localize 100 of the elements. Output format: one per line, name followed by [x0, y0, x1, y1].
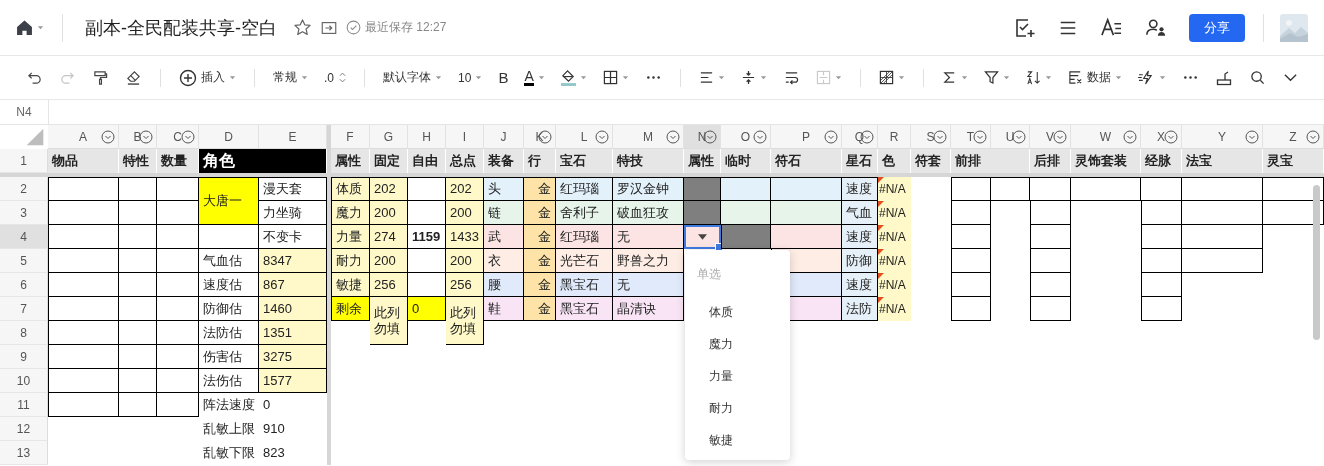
filter-dropdown-icon[interactable] — [753, 130, 767, 144]
row-header[interactable]: 5 — [0, 249, 48, 273]
row-header[interactable]: 6 — [0, 273, 48, 297]
row-header[interactable]: 13 — [0, 441, 48, 465]
column-header[interactable]: W — [1071, 125, 1141, 149]
column-header[interactable]: M — [613, 125, 684, 149]
column-header[interactable]: A — [48, 125, 119, 149]
column-header[interactable]: G — [370, 125, 408, 149]
table-cell: 力量 — [331, 225, 370, 249]
filter-dropdown-icon[interactable] — [933, 130, 947, 144]
filter-icon — [983, 70, 999, 85]
home-icon[interactable] — [16, 19, 33, 36]
search-icon[interactable] — [1249, 70, 1265, 85]
format-painter-icon[interactable] — [93, 70, 108, 85]
menu-option[interactable]: 魔力 — [685, 328, 790, 360]
row-header[interactable]: 4 — [0, 225, 48, 249]
lightning-icon — [1137, 70, 1155, 85]
column-header[interactable]: X — [1141, 125, 1182, 149]
column-header[interactable]: S — [911, 125, 951, 149]
font-color-button[interactable]: A — [516, 63, 553, 92]
person-share-icon[interactable] — [1145, 17, 1167, 38]
eraser-icon[interactable] — [126, 70, 141, 85]
menu-option[interactable]: 敏捷 — [685, 424, 790, 456]
row-header[interactable]: 8 — [0, 321, 48, 345]
filter-dropdown-icon[interactable] — [595, 130, 609, 144]
column-header[interactable]: P — [771, 125, 842, 149]
column-header[interactable]: V — [1030, 125, 1071, 149]
row-header[interactable]: 11 — [0, 393, 48, 417]
filter-dropdown-icon[interactable] — [101, 130, 115, 144]
row-header[interactable]: 10 — [0, 369, 48, 393]
check-circle-icon — [346, 20, 361, 35]
column-header[interactable]: J — [484, 125, 524, 149]
font-style-icon[interactable] — [1100, 17, 1123, 38]
hatched-grid-icon — [878, 70, 894, 85]
filter-dropdown-icon[interactable] — [181, 130, 195, 144]
filter-dropdown-icon[interactable] — [666, 130, 680, 144]
caret-icon — [621, 74, 629, 81]
table-cell: 气血 — [842, 201, 878, 225]
row-header[interactable]: 12 — [0, 417, 48, 441]
filter-dropdown-icon[interactable] — [1164, 130, 1178, 144]
column-header[interactable]: T — [951, 125, 991, 149]
column-header[interactable]: R — [878, 125, 911, 149]
column-header[interactable]: F — [331, 125, 370, 149]
table-cell: 200 — [446, 249, 484, 273]
filter-dropdown-icon[interactable] — [1053, 130, 1067, 144]
table-cell: 自由 — [408, 149, 446, 173]
column-header[interactable]: I — [446, 125, 484, 149]
table-x-icon — [1067, 70, 1083, 85]
row-header[interactable]: 1 — [0, 149, 48, 173]
column-header[interactable]: C — [157, 125, 199, 149]
filter-dropdown-icon[interactable] — [824, 130, 838, 144]
star-icon[interactable] — [293, 18, 312, 37]
column-header[interactable]: L — [556, 125, 613, 149]
share-button[interactable]: 分享 — [1189, 13, 1245, 42]
column-header[interactable]: D — [199, 125, 259, 149]
menu-option[interactable]: 体质 — [685, 296, 790, 328]
table-cell-text: 乱敏上限 — [202, 420, 256, 438]
row-header[interactable]: 2 — [0, 177, 48, 201]
caret-icon — [897, 74, 905, 81]
filter-dropdown-icon[interactable] — [139, 130, 153, 144]
data-button[interactable]: 数据 — [1059, 63, 1130, 92]
decimal-stepper[interactable]: .0 — [316, 63, 354, 92]
row-header[interactable]: 7 — [0, 297, 48, 321]
caret-icon — [229, 74, 236, 81]
dropdown-arrow-icon[interactable] — [698, 234, 707, 240]
caret-icon — [759, 74, 767, 81]
wrap-text-icon[interactable] — [783, 70, 799, 85]
column-header[interactable]: O — [721, 125, 771, 149]
insert-button[interactable]: 插入 — [171, 63, 244, 92]
number-format-dropdown[interactable]: 常规 — [265, 63, 316, 92]
table-cell: 特性 — [119, 149, 157, 173]
bold-button[interactable]: B — [490, 63, 517, 92]
menu-option[interactable]: 力量 — [685, 360, 790, 392]
column-header[interactable]: Y — [1182, 125, 1263, 149]
cell-name-box[interactable]: N4 — [0, 100, 49, 124]
checklist-add-icon[interactable] — [1014, 16, 1036, 39]
undo-icon[interactable] — [27, 70, 42, 85]
menu-option[interactable]: 耐力 — [685, 392, 790, 424]
filter-dropdown-icon[interactable] — [1123, 130, 1137, 144]
font-size-dropdown[interactable]: 10 — [450, 63, 491, 92]
table-cell: 1433 — [446, 225, 484, 249]
table-cell: 防御 — [842, 249, 878, 273]
table-cell: 256 — [370, 273, 408, 297]
column-header[interactable]: Z — [1263, 125, 1324, 149]
table-cell: 晶清诀 — [613, 297, 684, 321]
scrollbar[interactable] — [1313, 185, 1320, 340]
filter-dropdown-icon[interactable] — [1245, 130, 1259, 144]
table-cell: 星石 — [842, 149, 878, 173]
row-header[interactable]: 9 — [0, 345, 48, 369]
column-header[interactable]: H — [408, 125, 446, 149]
row-header[interactable]: 3 — [0, 201, 48, 225]
font-family-dropdown[interactable]: 默认字体 — [375, 63, 450, 92]
table-cell: 舍利子 — [556, 201, 613, 225]
table-cell: 金 — [524, 177, 556, 201]
table-cell-text: 乱敏下限 — [202, 444, 256, 462]
filter-dropdown-icon[interactable] — [1306, 130, 1320, 144]
filter-dropdown-icon[interactable] — [1012, 130, 1026, 144]
filter-dropdown-icon[interactable] — [973, 130, 987, 144]
column-header[interactable]: E — [259, 125, 327, 149]
table-cell: #N/A — [878, 177, 911, 201]
